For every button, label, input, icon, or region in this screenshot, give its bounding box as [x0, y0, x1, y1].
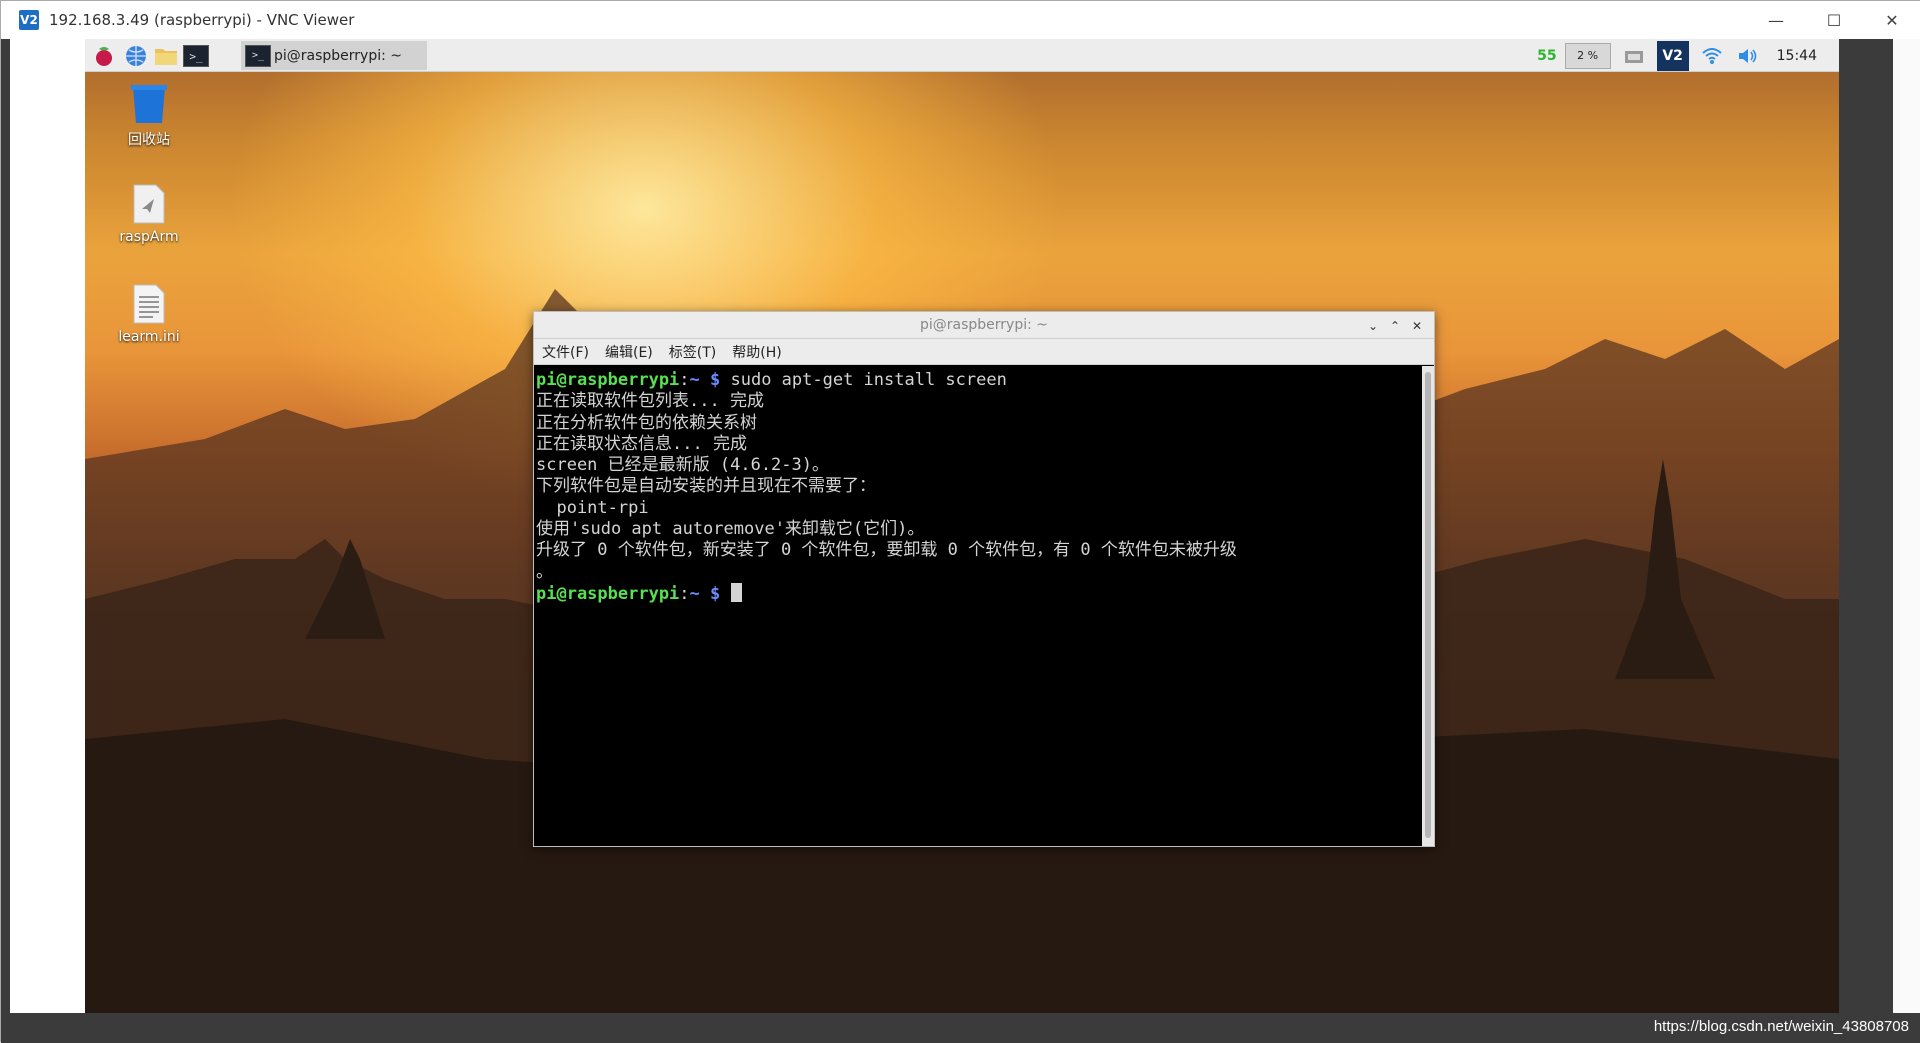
close-button[interactable]: ✕ [1406, 319, 1428, 333]
terminal-menubar: 文件(F) 编辑(E) 标签(T) 帮助(H) [534, 339, 1434, 365]
minimize-button[interactable]: ⌄ [1362, 319, 1384, 333]
prompt-separator: : [679, 583, 690, 604]
menu-help[interactable]: 帮助(H) [732, 342, 781, 362]
terminal-line: 正在读取软件包列表... 完成 [536, 391, 764, 412]
scrollbar-thumb[interactable] [1425, 372, 1431, 838]
desktop-icon-learm[interactable]: learm.ini [99, 283, 199, 345]
menu-file[interactable]: 文件(F) [542, 342, 589, 362]
close-button[interactable]: ✕ [1863, 1, 1920, 39]
cpu-monitor[interactable]: 2 % [1564, 42, 1611, 69]
terminal-titlebar[interactable]: pi@raspberrypi: ~ ⌄ ⌃ ✕ [534, 312, 1434, 339]
tray-number: 55 [1537, 47, 1557, 64]
viewer-left-margin [1, 39, 85, 1043]
vnc-app-icon: V2 [19, 10, 39, 30]
terminal-controls: ⌄ ⌃ ✕ [1362, 312, 1428, 339]
terminal-output[interactable]: pi@raspberrypi:~ $ sudo apt-get install … [534, 366, 1422, 846]
vnc-titlebar[interactable]: V2 192.168.3.49 (raspberrypi) - VNC View… [1, 1, 1920, 39]
terminal-glyph: >_ [183, 45, 209, 67]
desktop-icon-label: 回收站 [128, 132, 170, 148]
volume-icon[interactable] [1735, 43, 1761, 69]
prompt-path: ~ $ [689, 583, 721, 604]
terminal-line: 正在读取状态信息... 完成 [536, 433, 747, 454]
terminal-line: point-rpi [536, 497, 649, 518]
prompt-user: pi@raspberrypi [536, 583, 680, 604]
raspberry-menu-icon[interactable] [91, 43, 117, 69]
menu-tabs[interactable]: 标签(T) [669, 342, 716, 362]
file-manager-icon[interactable] [153, 43, 179, 69]
viewer-bottom-margin: https://blog.csdn.net/weixin_43808708 [1, 1013, 1920, 1043]
maximize-button[interactable]: ⌃ [1384, 319, 1406, 333]
terminal-line: 正在分析软件包的依赖关系树 [536, 412, 757, 433]
terminal-line-prompt: pi@raspberrypi:~ $ [536, 582, 1420, 605]
viewer-right-margin [1839, 39, 1920, 1043]
web-browser-icon[interactable] [123, 43, 149, 69]
terminal-line: 。 [536, 561, 553, 582]
desktop-icon-label: raspArm [119, 229, 179, 245]
text-file-icon [133, 284, 165, 324]
desktop-icon-trash[interactable]: 回收站 [99, 83, 199, 149]
eject-icon[interactable] [1621, 43, 1647, 69]
taskbar-item-terminal[interactable]: >_ pi@raspberrypi: ~ [241, 41, 427, 70]
vnc-server-icon[interactable]: V2 [1656, 40, 1689, 71]
vnc-viewer-window: V2 192.168.3.49 (raspberrypi) - VNC View… [0, 0, 1920, 1043]
desktop-icon-label: learm.ini [118, 329, 180, 345]
window-controls: — ☐ ✕ [1747, 1, 1920, 39]
wifi-icon[interactable] [1699, 43, 1725, 69]
watermark-text: https://blog.csdn.net/weixin_43808708 [1653, 1018, 1909, 1035]
terminal-line: 下列软件包是自动安装的并且现在不需要了： [536, 476, 876, 497]
terminal-window[interactable]: pi@raspberrypi: ~ ⌄ ⌃ ✕ 文件(F) 编辑(E) 标签(T… [533, 311, 1435, 847]
prompt-user: pi@raspberrypi [536, 370, 680, 390]
terminal-scrollbar[interactable] [1422, 366, 1434, 846]
taskbar-item-label: pi@raspberrypi: ~ [274, 47, 403, 64]
minimize-button[interactable]: — [1747, 1, 1805, 39]
terminal-line: 使用'sudo apt autoremove'来卸载它(它们)。 [536, 519, 925, 540]
document-icon [133, 184, 165, 224]
text-cursor [730, 582, 742, 602]
maximize-button[interactable]: ☐ [1805, 1, 1863, 39]
taskbar-panel: >_ >_ pi@raspberrypi: ~ 55 2 % V2 15:44 [85, 39, 1839, 72]
prompt-path: ~ $ [689, 370, 721, 390]
command-text: sudo apt-get install screen [720, 370, 1007, 390]
clock[interactable]: 15:44 [1777, 48, 1817, 64]
remote-desktop[interactable]: >_ >_ pi@raspberrypi: ~ 55 2 % V2 15:44 … [85, 39, 1839, 1013]
prompt-separator: : [679, 370, 690, 390]
terminal-line: 升级了 0 个软件包，新安装了 0 个软件包，要卸载 0 个软件包，有 0 个软… [536, 540, 1237, 561]
terminal-title: pi@raspberrypi: ~ [919, 317, 1049, 333]
terminal-line: screen 已经是最新版 (4.6.2-3)。 [536, 455, 829, 476]
vnc-window-title: 192.168.3.49 (raspberrypi) - VNC Viewer [49, 11, 355, 29]
terminal-icon: >_ [245, 44, 271, 67]
trash-icon [131, 85, 167, 123]
menu-edit[interactable]: 编辑(E) [605, 342, 653, 362]
terminal-line-command: pi@raspberrypi:~ $ sudo apt-get install … [536, 370, 1420, 391]
system-tray: 55 2 % V2 15:44 [1537, 39, 1839, 72]
desktop-icon-rasparm[interactable]: raspArm [99, 183, 199, 245]
terminal-icon[interactable]: >_ [183, 43, 209, 69]
